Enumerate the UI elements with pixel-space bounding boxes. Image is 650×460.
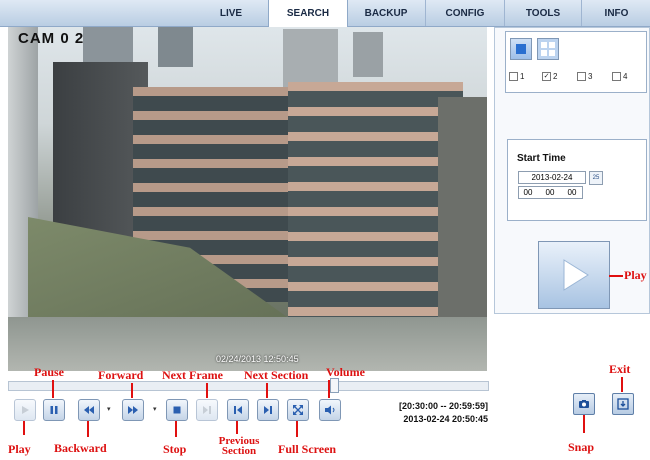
search-play-button[interactable] xyxy=(538,241,610,309)
volume-pointer xyxy=(328,380,330,398)
top-nav: LIVE SEARCH BACKUP CONFIG TOOLS INFO xyxy=(0,0,650,27)
tab-config[interactable]: CONFIG xyxy=(425,0,504,26)
channel-1-checkbox[interactable]: 1 xyxy=(509,72,524,81)
tab-live[interactable]: LIVE xyxy=(196,0,266,26)
play-button[interactable] xyxy=(14,399,36,421)
quad-view-button[interactable] xyxy=(537,38,559,60)
channel-label: 1 xyxy=(520,72,525,81)
backward-pointer xyxy=(87,421,89,437)
exit-icon xyxy=(617,398,629,410)
snap-annotation: Snap xyxy=(568,440,595,454)
volume-icon xyxy=(325,405,335,415)
tower-right xyxy=(283,29,338,89)
stop-icon xyxy=(173,406,181,414)
tab-search[interactable]: SEARCH xyxy=(268,0,348,27)
checkbox-box xyxy=(577,72,586,81)
tab-tools[interactable]: TOOLS xyxy=(504,0,581,26)
minutes-field[interactable]: 00 xyxy=(541,187,559,198)
volume-button[interactable] xyxy=(319,399,341,421)
full-screen-pointer xyxy=(296,421,298,437)
single-view-icon xyxy=(516,44,526,54)
forward-button[interactable] xyxy=(122,399,144,421)
full-screen-button[interactable] xyxy=(287,399,309,421)
tower-far-right xyxy=(353,32,383,77)
forward-speed-caret[interactable]: ▾ xyxy=(153,405,157,413)
camera-label: CAM 0 2 xyxy=(18,30,85,47)
backward-button[interactable] xyxy=(78,399,100,421)
snap-button[interactable] xyxy=(573,393,595,415)
previous-section-icon xyxy=(234,406,242,414)
calendar-icon[interactable]: 25 xyxy=(589,171,603,185)
full-screen-icon xyxy=(293,405,303,415)
main-building-right-face xyxy=(288,82,463,327)
play-icon xyxy=(563,259,589,291)
previous-section-button[interactable] xyxy=(227,399,249,421)
playback-range: [20:30:00 -- 20:59:59] xyxy=(398,401,488,411)
backward-speed-caret[interactable]: ▾ xyxy=(107,405,111,413)
backward-icon xyxy=(84,406,94,414)
full-screen-annotation: Full Screen xyxy=(278,442,337,456)
seek-thumb[interactable] xyxy=(330,378,340,393)
tab-backup[interactable]: BACKUP xyxy=(348,0,424,26)
start-date-input[interactable]: 2013-02-24 xyxy=(518,171,586,184)
video-view[interactable]: CAM 0 2 02/24/2013 12:50:45 xyxy=(8,27,487,371)
stop-annotation: Stop xyxy=(163,442,187,456)
exit-button[interactable] xyxy=(612,393,634,415)
exit-annotation: Exit xyxy=(609,362,631,376)
seconds-field[interactable]: 00 xyxy=(563,187,581,198)
playback-datetime: 2013-02-24 20:50:45 xyxy=(403,414,488,424)
checkbox-box xyxy=(509,72,518,81)
pause-pointer xyxy=(52,380,54,398)
play-icon xyxy=(22,406,29,414)
next-section-button[interactable] xyxy=(257,399,279,421)
stop-pointer xyxy=(175,421,177,437)
start-time-label: Start Time xyxy=(517,153,566,164)
play-annotation: Play xyxy=(8,442,31,456)
play-right-pointer xyxy=(609,275,623,277)
channel-2-checkbox[interactable]: ✓ 2 xyxy=(542,72,557,81)
play-right-annotation: Play xyxy=(624,268,647,282)
forward-pointer xyxy=(131,383,133,398)
channel-4-checkbox[interactable]: 4 xyxy=(612,72,627,81)
next-frame-button[interactable] xyxy=(196,399,218,421)
forward-icon xyxy=(128,406,138,414)
next-section-annotation: Next Section xyxy=(244,368,309,382)
next-section-icon xyxy=(264,406,272,414)
channel-label: 2 xyxy=(553,72,558,81)
quad-view-icon xyxy=(541,42,555,56)
camera-icon xyxy=(579,400,589,408)
next-frame-pointer xyxy=(206,383,208,398)
next-section-pointer xyxy=(266,383,268,398)
channel-label: 4 xyxy=(623,72,628,81)
pause-annotation: Pause xyxy=(34,365,64,379)
checkbox-box: ✓ xyxy=(542,72,551,81)
forward-annotation: Forward xyxy=(98,368,144,382)
play-pointer xyxy=(23,421,25,435)
single-view-button[interactable] xyxy=(510,38,532,60)
channel-label: 3 xyxy=(588,72,593,81)
snap-pointer xyxy=(583,415,585,433)
tab-info[interactable]: INFO xyxy=(581,0,650,26)
channel-3-checkbox[interactable]: 3 xyxy=(577,72,592,81)
pause-icon xyxy=(50,406,58,414)
checkbox-box xyxy=(612,72,621,81)
backward-annotation: Backward xyxy=(54,441,107,455)
hours-field[interactable]: 00 xyxy=(519,187,537,198)
previous-section-annotation: Previous Section xyxy=(218,436,260,457)
exit-pointer xyxy=(621,377,623,392)
stop-button[interactable] xyxy=(166,399,188,421)
next-frame-annotation: Next Frame xyxy=(162,368,223,382)
previous-section-pointer xyxy=(236,421,238,434)
right-building xyxy=(438,97,487,337)
video-timestamp: 02/24/2013 12:50:45 xyxy=(216,354,299,364)
pause-button[interactable] xyxy=(43,399,65,421)
channel-layout-box: 1 ✓ 2 3 4 xyxy=(505,31,647,93)
volume-annotation: Volume xyxy=(326,365,365,379)
next-frame-icon xyxy=(203,406,211,414)
start-time-input[interactable]: 00 00 00 xyxy=(518,186,583,199)
tower-mid xyxy=(158,27,193,67)
